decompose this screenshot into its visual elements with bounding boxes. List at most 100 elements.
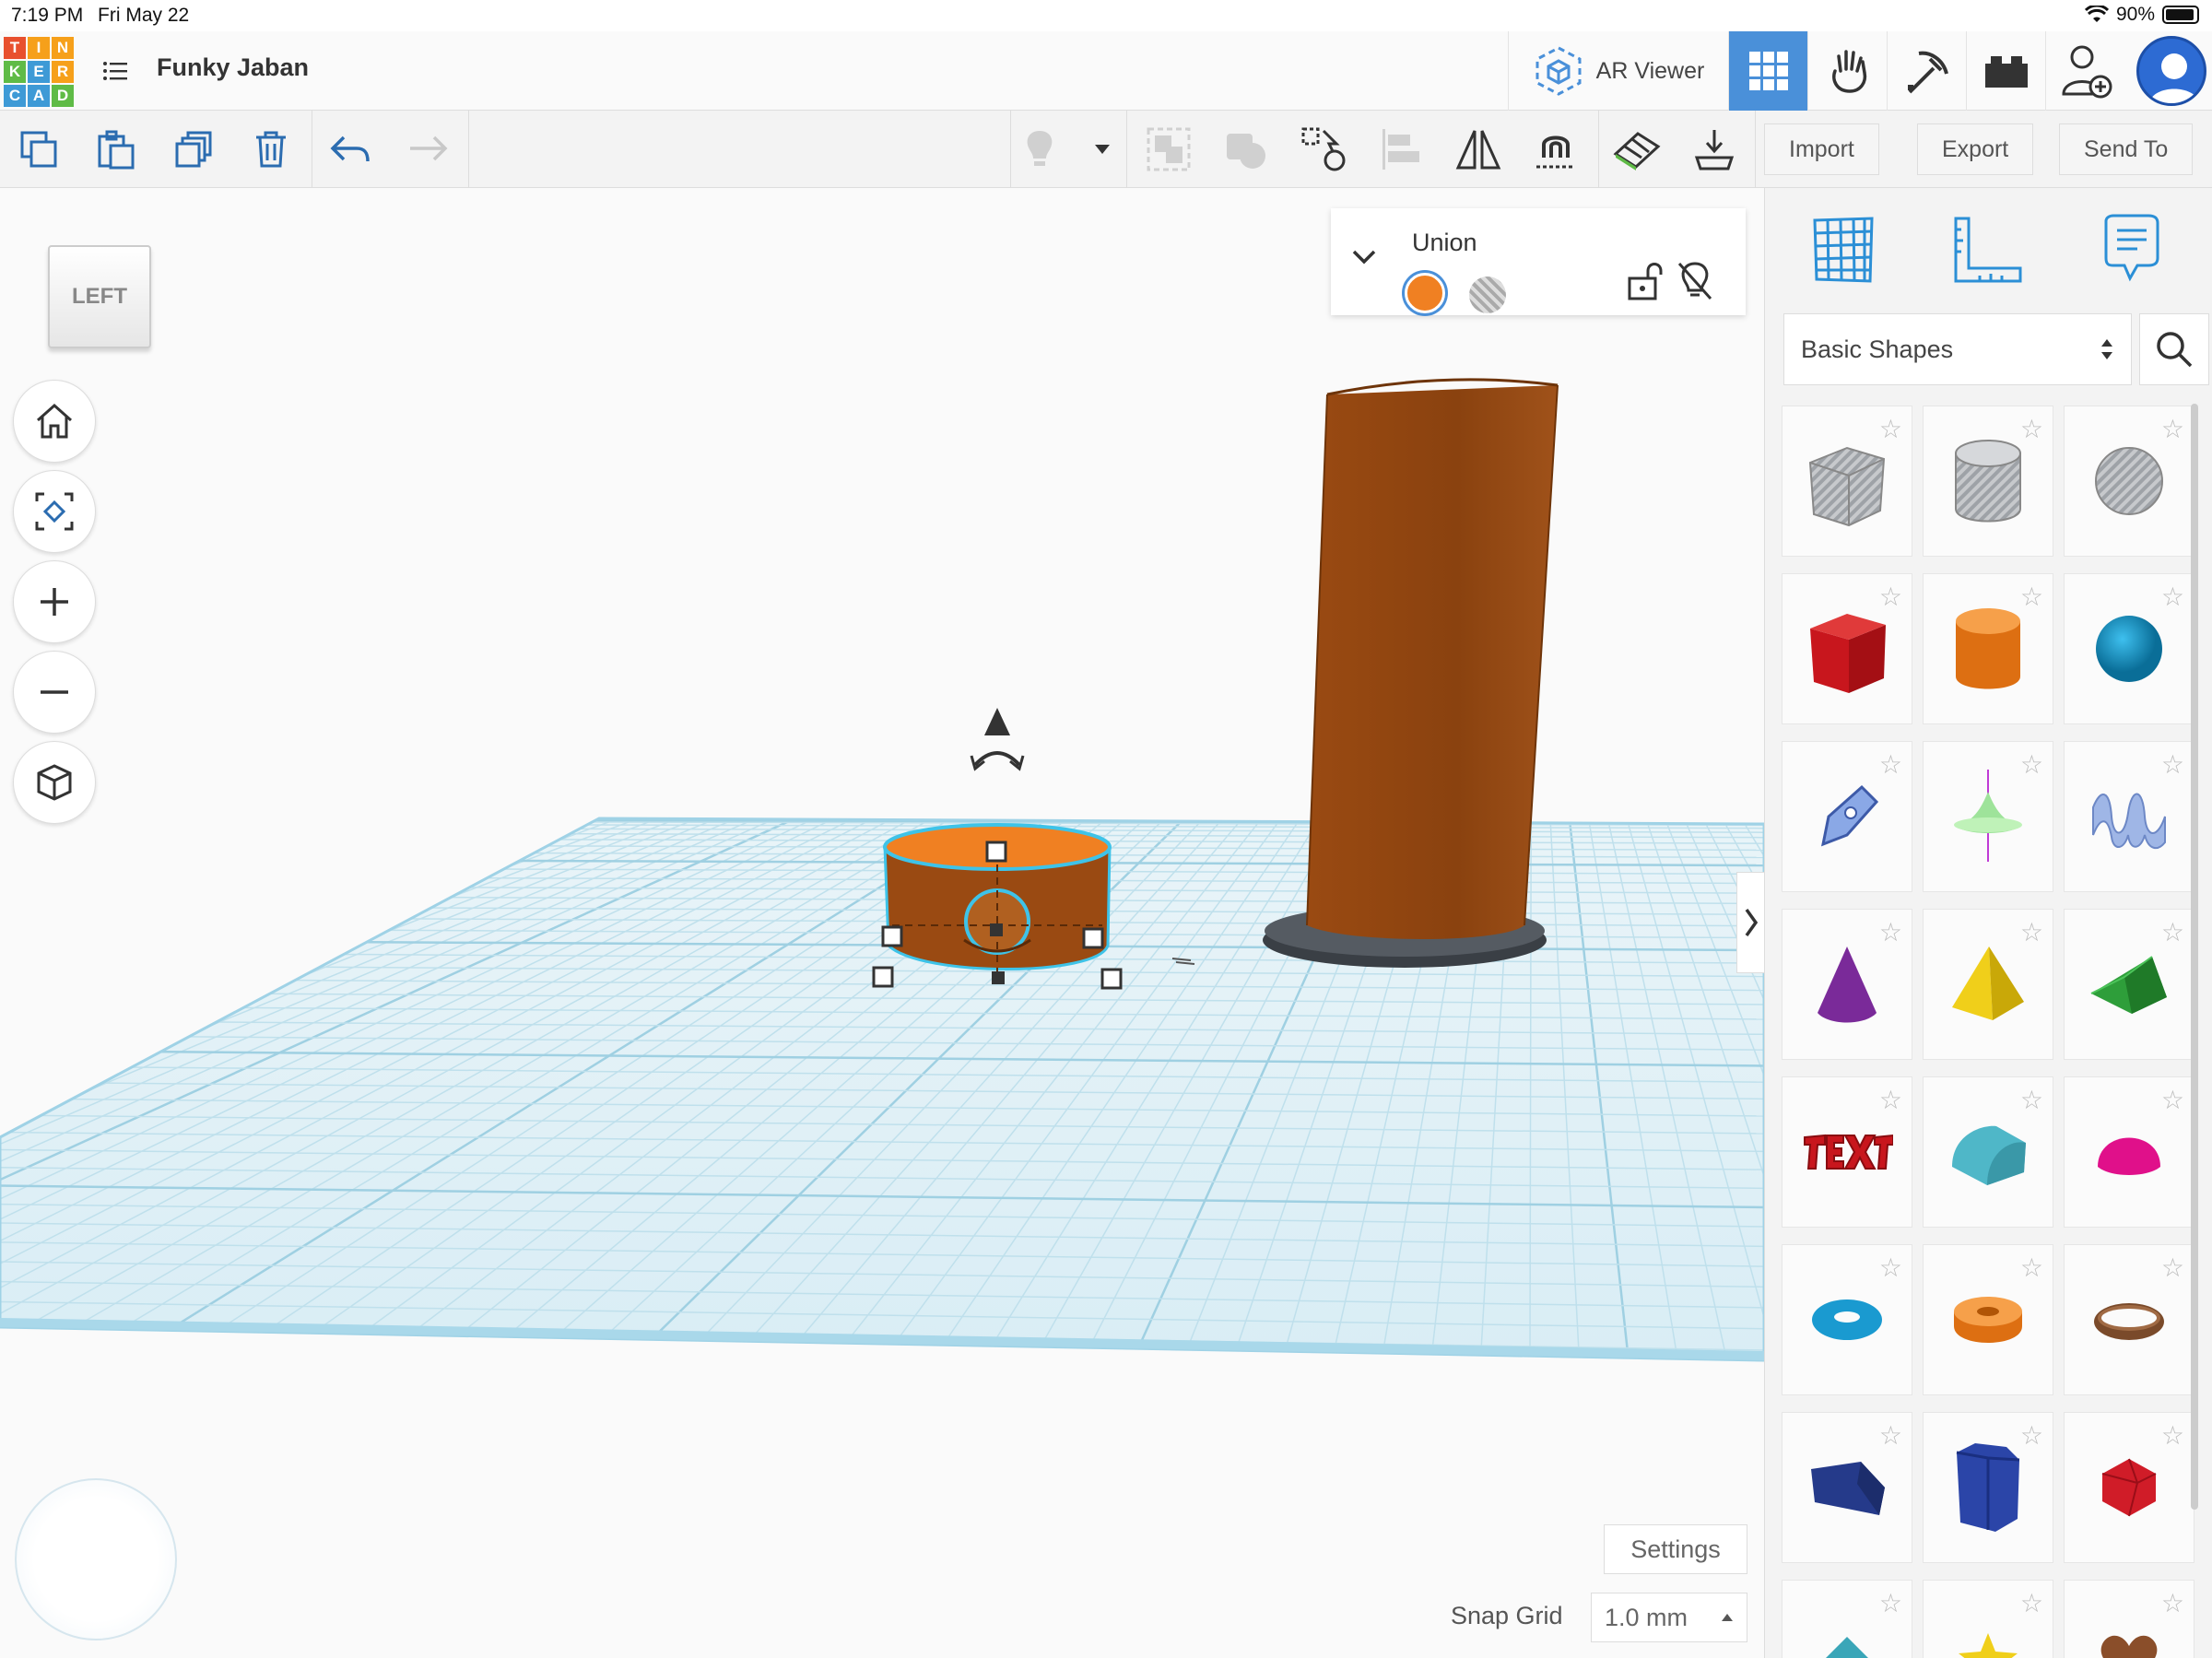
undo-button[interactable] bbox=[324, 123, 376, 175]
hexagonal-prism-shape[interactable]: ☆ bbox=[1923, 1412, 2053, 1563]
cone-shape[interactable]: ☆ bbox=[1782, 909, 1912, 1060]
favorite-star-icon[interactable]: ☆ bbox=[2020, 1085, 2043, 1115]
zoom-in-button[interactable] bbox=[13, 560, 96, 643]
favorite-star-icon[interactable]: ☆ bbox=[2161, 414, 2184, 444]
cylinder-hole-shape[interactable]: ☆ bbox=[1923, 406, 2053, 557]
tinkercad-logo[interactable]: T I N K E R C A D bbox=[4, 37, 74, 107]
wave-shape[interactable]: ☆ bbox=[2064, 741, 2194, 892]
mirror-button[interactable] bbox=[1453, 123, 1504, 175]
export-button[interactable]: Export bbox=[1917, 123, 2034, 175]
color-dropdown-button[interactable] bbox=[1077, 123, 1128, 175]
favorite-star-icon[interactable]: ☆ bbox=[1879, 1588, 1902, 1618]
copy-button[interactable] bbox=[13, 123, 65, 175]
codeblocks-view-button[interactable] bbox=[1807, 31, 1887, 111]
collapse-chevron-icon[interactable] bbox=[1351, 249, 1377, 265]
unlock-icon[interactable] bbox=[1626, 260, 1663, 302]
invite-user-button[interactable] bbox=[2045, 31, 2124, 111]
duplicate-button[interactable] bbox=[168, 123, 219, 175]
favorite-star-icon[interactable]: ☆ bbox=[2161, 917, 2184, 947]
favorite-star-icon[interactable]: ☆ bbox=[2020, 917, 2043, 947]
bricks-view-button[interactable] bbox=[1966, 31, 2045, 111]
solid-color-swatch[interactable] bbox=[1405, 273, 1445, 313]
align-button[interactable] bbox=[1375, 123, 1427, 175]
sphere-hole-shape[interactable]: ☆ bbox=[2064, 406, 2194, 557]
shape-search-button[interactable] bbox=[2139, 313, 2209, 385]
workplane-tool-button[interactable] bbox=[1298, 123, 1349, 175]
view-cube[interactable]: LEFT bbox=[48, 245, 151, 348]
shapes-scrollbar[interactable] bbox=[2191, 404, 2198, 1510]
tab-workplane[interactable] bbox=[1802, 208, 1885, 291]
drop-to-workplane-button[interactable] bbox=[1688, 123, 1740, 175]
workplane-canvas[interactable]: LEFT Union Settings Snap Grid 1.0 mm bbox=[0, 188, 1764, 1658]
paste-button[interactable] bbox=[90, 123, 142, 175]
favorite-star-icon[interactable]: ☆ bbox=[1879, 1420, 1902, 1451]
scribble-shape[interactable]: ☆ bbox=[1782, 741, 1912, 892]
redo-button[interactable] bbox=[402, 123, 453, 175]
import-button[interactable]: Import bbox=[1764, 123, 1879, 175]
polyhedron-shape[interactable]: ☆ bbox=[2064, 1412, 2194, 1563]
favorite-star-icon[interactable]: ☆ bbox=[2161, 1420, 2184, 1451]
orbit-control[interactable] bbox=[15, 1478, 177, 1640]
text-shape[interactable]: ☆ bbox=[1782, 1076, 1912, 1228]
workplane-grid[interactable] bbox=[0, 188, 1764, 1658]
favorite-star-icon[interactable]: ☆ bbox=[2161, 1588, 2184, 1618]
favorite-star-icon[interactable]: ☆ bbox=[2020, 582, 2043, 612]
snap-grid-select[interactable]: 1.0 mm bbox=[1591, 1593, 1747, 1642]
zoom-out-button[interactable] bbox=[13, 651, 96, 734]
blocks-view-button[interactable] bbox=[1887, 31, 1966, 111]
settings-button[interactable]: Settings bbox=[1604, 1524, 1747, 1574]
favorite-star-icon[interactable]: ☆ bbox=[2020, 1252, 2043, 1283]
hide-light-icon[interactable] bbox=[1676, 260, 1714, 302]
lift-arrow-handle[interactable] bbox=[970, 708, 1025, 771]
project-title[interactable]: Funky Jaban bbox=[157, 53, 309, 82]
favorite-star-icon[interactable]: ☆ bbox=[1879, 1252, 1902, 1283]
cylinder-solid-shape[interactable]: ☆ bbox=[1923, 573, 2053, 724]
pyramid-shape[interactable]: ☆ bbox=[1923, 909, 2053, 1060]
ar-viewer-button[interactable]: AR Viewer bbox=[1508, 31, 1729, 111]
group-button[interactable] bbox=[1143, 123, 1194, 175]
panel-toggle-button[interactable] bbox=[1736, 872, 1764, 973]
favorite-star-icon[interactable]: ☆ bbox=[2161, 749, 2184, 780]
perspective-toggle-button[interactable] bbox=[13, 741, 96, 824]
cruise-button[interactable] bbox=[1530, 123, 1582, 175]
favorite-star-icon[interactable]: ☆ bbox=[1879, 582, 1902, 612]
show-all-button[interactable] bbox=[1014, 123, 1065, 175]
tab-notes[interactable] bbox=[2089, 208, 2172, 291]
diamond-shape[interactable]: ☆ bbox=[1782, 1580, 1912, 1658]
tube-shape[interactable]: ☆ bbox=[1923, 1244, 2053, 1395]
box-shape[interactable]: ☆ bbox=[1782, 573, 1912, 724]
star-shape[interactable]: ☆ bbox=[1923, 1580, 2053, 1658]
favorite-star-icon[interactable]: ☆ bbox=[2020, 1588, 2043, 1618]
half-cylinder-shape[interactable]: ☆ bbox=[1923, 1076, 2053, 1228]
roof-shape[interactable]: ☆ bbox=[2064, 909, 2194, 1060]
heart-shape[interactable]: ☆ bbox=[2064, 1580, 2194, 1658]
favorite-star-icon[interactable]: ☆ bbox=[2161, 582, 2184, 612]
favorite-star-icon[interactable]: ☆ bbox=[2020, 1420, 2043, 1451]
home-view-button[interactable] bbox=[13, 380, 96, 463]
half-sphere-shape[interactable]: ☆ bbox=[2064, 1076, 2194, 1228]
delete-button[interactable] bbox=[245, 123, 297, 175]
ungroup-button[interactable] bbox=[1220, 123, 1272, 175]
hole-swatch[interactable] bbox=[1469, 276, 1506, 313]
box-hole-shape[interactable]: ☆ bbox=[1782, 406, 1912, 557]
favorite-star-icon[interactable]: ☆ bbox=[1879, 749, 1902, 780]
shape-category-select[interactable]: Basic Shapes bbox=[1783, 313, 2132, 385]
fit-view-button[interactable] bbox=[13, 470, 96, 553]
torus-shape[interactable]: ☆ bbox=[1782, 1244, 1912, 1395]
user-avatar[interactable] bbox=[2136, 36, 2206, 106]
paraboloid-shape[interactable]: ☆ bbox=[1923, 741, 2053, 892]
favorite-star-icon[interactable]: ☆ bbox=[2161, 1252, 2184, 1283]
ring-shape[interactable]: ☆ bbox=[2064, 1244, 2194, 1395]
favorite-star-icon[interactable]: ☆ bbox=[2161, 1085, 2184, 1115]
wedge-shape[interactable]: ☆ bbox=[1782, 1412, 1912, 1563]
sphere-shape[interactable]: ☆ bbox=[2064, 573, 2194, 724]
favorite-star-icon[interactable]: ☆ bbox=[2020, 749, 2043, 780]
tab-ruler[interactable] bbox=[1946, 208, 2029, 291]
favorite-star-icon[interactable]: ☆ bbox=[2020, 414, 2043, 444]
ruler-workplane-button[interactable] bbox=[1611, 123, 1663, 175]
favorite-star-icon[interactable]: ☆ bbox=[1879, 917, 1902, 947]
favorite-star-icon[interactable]: ☆ bbox=[1879, 1085, 1902, 1115]
3d-design-view-button[interactable] bbox=[1728, 31, 1807, 111]
favorite-star-icon[interactable]: ☆ bbox=[1879, 414, 1902, 444]
menu-list-icon[interactable] bbox=[101, 57, 129, 85]
